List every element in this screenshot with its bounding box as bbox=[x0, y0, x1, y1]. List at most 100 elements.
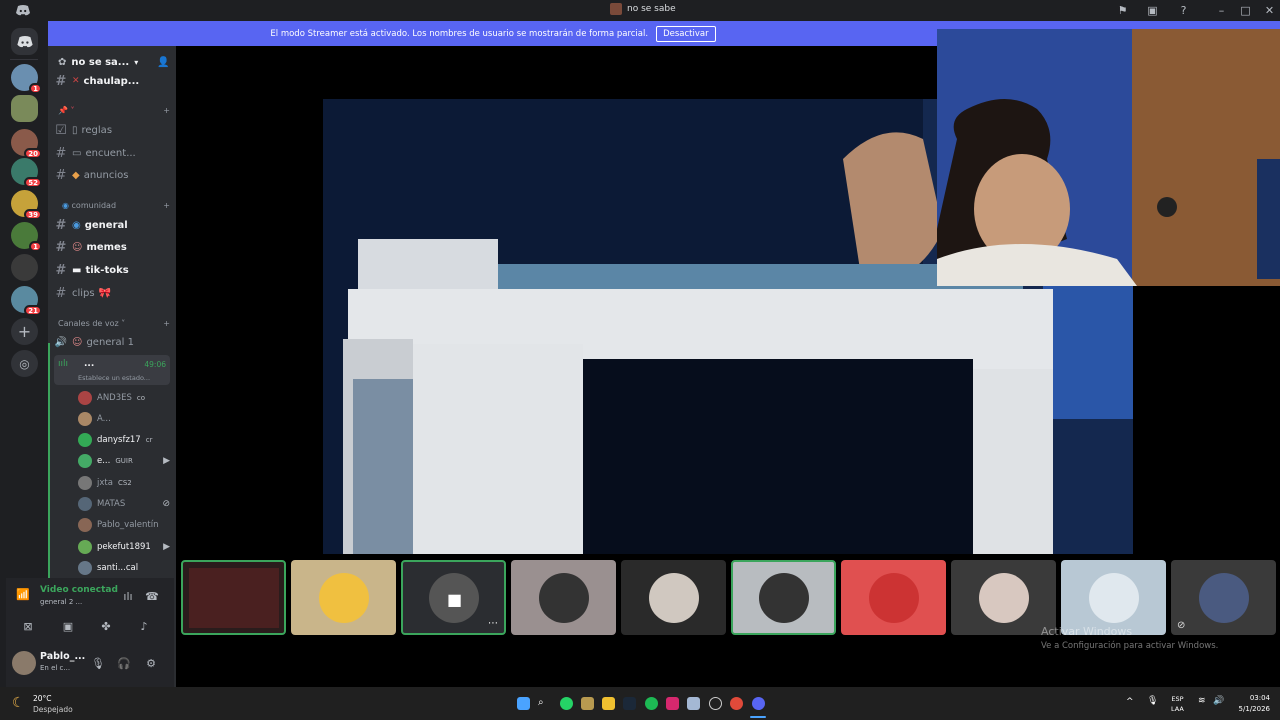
voice-user[interactable]: e... GUIR ▶ bbox=[78, 452, 170, 470]
server-icon[interactable] bbox=[11, 254, 38, 281]
speaker-icon: 🔊 bbox=[54, 336, 68, 348]
screen-share-icon[interactable]: ▣ bbox=[60, 618, 76, 634]
avatar bbox=[78, 433, 92, 447]
category-voice[interactable]: Canales de voz ˅ + bbox=[58, 319, 170, 328]
server-icon-active[interactable] bbox=[11, 95, 38, 122]
voice-channel-general1[interactable]: 🔊 ☺ general 1 bbox=[54, 332, 172, 352]
soundboard-icon[interactable]: ♪ bbox=[136, 618, 152, 634]
wifi-icon[interactable]: ≋ bbox=[1198, 696, 1206, 706]
language-indicator[interactable]: ESP LAA bbox=[1171, 695, 1184, 713]
avatar bbox=[78, 476, 92, 490]
server-icon[interactable]: 39 bbox=[11, 190, 42, 220]
channel-top[interactable]: # ✕ chaulap... bbox=[54, 71, 172, 91]
camera-off-icon[interactable]: ⊠ bbox=[20, 618, 36, 634]
soundwave-icon: ıılı bbox=[58, 359, 69, 369]
microphone-tray-icon[interactable]: 🎙 bbox=[1147, 696, 1158, 706]
activities-icon[interactable]: ✤ bbox=[98, 618, 114, 634]
server-icon[interactable]: 52 bbox=[11, 158, 42, 188]
add-channel-icon[interactable]: + bbox=[163, 106, 170, 115]
help-icon[interactable]: ? bbox=[1176, 3, 1191, 18]
channel-anuncios[interactable]: # ◆ anuncios bbox=[54, 165, 172, 185]
server-icon[interactable]: 20 bbox=[11, 129, 42, 159]
spotify-icon[interactable] bbox=[645, 697, 658, 710]
search-icon[interactable]: ⌕ bbox=[538, 697, 551, 710]
voice-user[interactable]: jxta CS2 bbox=[78, 474, 170, 492]
voice-user[interactable]: santi...cal bbox=[78, 559, 170, 577]
camera-icon: ▶ bbox=[163, 542, 170, 552]
server-icon[interactable]: 1 bbox=[11, 222, 42, 252]
avatar[interactable] bbox=[12, 651, 36, 675]
instagram-icon[interactable] bbox=[666, 697, 679, 710]
category-comunidad[interactable]: ◉ comunidad + bbox=[62, 201, 170, 210]
volume-icon[interactable]: 🔊 bbox=[1213, 696, 1224, 706]
signal-icon: 📶 bbox=[16, 588, 30, 601]
whatsapp-icon[interactable] bbox=[560, 697, 573, 710]
avatar bbox=[1198, 572, 1249, 623]
voice-channel-current[interactable]: ıılı ... 49:06 Establece un estado... bbox=[54, 355, 170, 385]
noise-suppression-icon[interactable]: ılı bbox=[120, 588, 136, 604]
channel-tiktoks[interactable]: # ▬ tik-toks bbox=[54, 260, 172, 280]
headphones-icon[interactable]: 🎧 bbox=[116, 655, 132, 671]
app-icon[interactable] bbox=[581, 697, 594, 710]
direct-messages-button[interactable] bbox=[11, 28, 38, 55]
voice-user[interactable]: A... bbox=[78, 410, 170, 428]
deafened-icon: ⊘ bbox=[162, 499, 170, 509]
chevron-up-icon[interactable]: ^ bbox=[1126, 697, 1134, 707]
disable-streamer-button[interactable]: Desactivar bbox=[656, 25, 716, 42]
add-server-icon[interactable]: + bbox=[11, 318, 38, 345]
server-icon[interactable]: 1 bbox=[11, 64, 42, 94]
category-pinned[interactable]: 📌 ˅ + bbox=[58, 106, 170, 115]
participant-tile[interactable] bbox=[511, 560, 616, 635]
participant-tile[interactable] bbox=[181, 560, 286, 635]
moon-weather-icon[interactable]: ☾ bbox=[12, 695, 25, 711]
invite-icon[interactable]: 👤 bbox=[157, 57, 169, 68]
channel-general[interactable]: # ◉ general bbox=[54, 215, 172, 235]
avatar bbox=[78, 412, 92, 426]
discord-taskbar-icon[interactable] bbox=[752, 697, 765, 710]
voice-user[interactable]: danysfz17 cr bbox=[78, 431, 170, 449]
participant-tile[interactable] bbox=[951, 560, 1056, 635]
minimize-icon[interactable]: – bbox=[1214, 3, 1229, 18]
server-icon[interactable]: 21 bbox=[11, 286, 42, 316]
start-icon[interactable] bbox=[517, 697, 530, 710]
chrome-icon[interactable] bbox=[730, 697, 743, 710]
participant-tile[interactable] bbox=[731, 560, 836, 635]
microphone-icon[interactable]: 🎙 bbox=[90, 655, 106, 671]
participant-tile[interactable] bbox=[621, 560, 726, 635]
camera-preview[interactable] bbox=[937, 29, 1280, 286]
participant-tile[interactable] bbox=[291, 560, 396, 635]
voice-user[interactable]: AND3ES co bbox=[78, 389, 170, 407]
add-channel-icon[interactable]: + bbox=[163, 201, 170, 210]
discover-icon[interactable]: ◎ bbox=[11, 350, 38, 377]
participant-tile[interactable]: ■ ⋯ bbox=[401, 560, 506, 635]
disconnect-icon[interactable]: ☎ bbox=[144, 588, 160, 604]
camera-frame bbox=[937, 29, 1280, 286]
file-explorer-icon[interactable] bbox=[602, 697, 615, 710]
participant-tile[interactable] bbox=[1061, 560, 1166, 635]
settings-gear-icon[interactable]: ⚙ bbox=[143, 655, 159, 671]
hash-icon: # bbox=[55, 239, 67, 255]
windows-taskbar: ☾ 20°C Despejado ⌕ ^ 🎙 ESP LAA ≋ 🔊 03:04… bbox=[0, 687, 1280, 720]
screen-share-icon[interactable]: ▣ bbox=[1145, 3, 1160, 18]
voice-user[interactable]: Pablo_valentín bbox=[78, 516, 170, 534]
voice-user[interactable]: pekefut1891 ▶ bbox=[78, 538, 170, 556]
app-icon[interactable] bbox=[687, 697, 700, 710]
clock[interactable]: 03:04 5/1/2026 bbox=[1232, 694, 1270, 713]
settings-icon[interactable] bbox=[709, 697, 722, 710]
channel-memes[interactable]: # ☺ memes bbox=[54, 237, 172, 257]
emoji-icon: ☺ bbox=[72, 241, 83, 253]
inbox-flag-icon[interactable]: ⚑ bbox=[1115, 3, 1130, 18]
add-channel-icon[interactable]: + bbox=[163, 319, 170, 328]
emoji-icon: ✕ bbox=[72, 76, 80, 86]
more-options-icon[interactable]: ⋯ bbox=[488, 618, 498, 629]
participant-tile[interactable] bbox=[841, 560, 946, 635]
discord-logo-icon[interactable] bbox=[15, 3, 30, 18]
channel-encuentros[interactable]: # ▭ encuent... bbox=[54, 143, 172, 163]
channel-reglas[interactable]: ☑ ▯ reglas bbox=[54, 120, 172, 140]
channel-clips[interactable]: # clips 🎀 bbox=[54, 283, 172, 303]
steam-icon[interactable] bbox=[623, 697, 636, 710]
close-icon[interactable]: ✕ bbox=[1262, 3, 1277, 18]
maximize-icon[interactable]: □ bbox=[1238, 3, 1253, 18]
participant-tile[interactable]: ⊘ bbox=[1171, 560, 1276, 635]
voice-user[interactable]: MATAS ⊘ bbox=[78, 495, 170, 513]
